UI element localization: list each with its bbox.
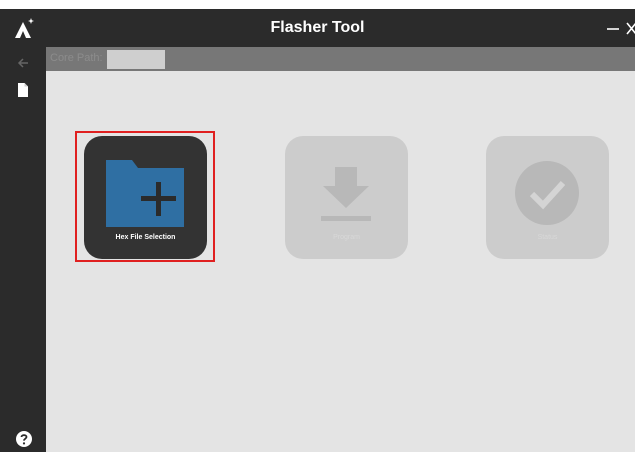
help-icon[interactable] bbox=[15, 430, 33, 448]
main-content: Hex File Selection Program Status bbox=[46, 71, 635, 452]
tile-label-program: Program bbox=[333, 234, 360, 241]
status-button: Status bbox=[486, 136, 609, 259]
title-bar: Flasher Tool bbox=[0, 9, 635, 47]
hex-file-selection-button[interactable]: Hex File Selection bbox=[84, 136, 207, 259]
path-input[interactable] bbox=[107, 50, 165, 69]
tile-label-hex: Hex File Selection bbox=[115, 234, 176, 241]
minimize-icon[interactable] bbox=[603, 16, 623, 40]
sidebar bbox=[0, 47, 46, 452]
program-button: Program bbox=[285, 136, 408, 259]
app-window: Flasher Tool Core Path: Hex File Selecti… bbox=[0, 9, 635, 452]
path-label: Core Path: bbox=[50, 52, 103, 64]
tile-label-status: Status bbox=[537, 234, 558, 241]
back-arrow-icon[interactable] bbox=[15, 55, 31, 71]
close-icon[interactable] bbox=[623, 16, 635, 40]
window-title: Flasher Tool bbox=[270, 19, 365, 36]
path-bar: Core Path: bbox=[46, 47, 635, 71]
file-icon[interactable] bbox=[15, 82, 31, 98]
